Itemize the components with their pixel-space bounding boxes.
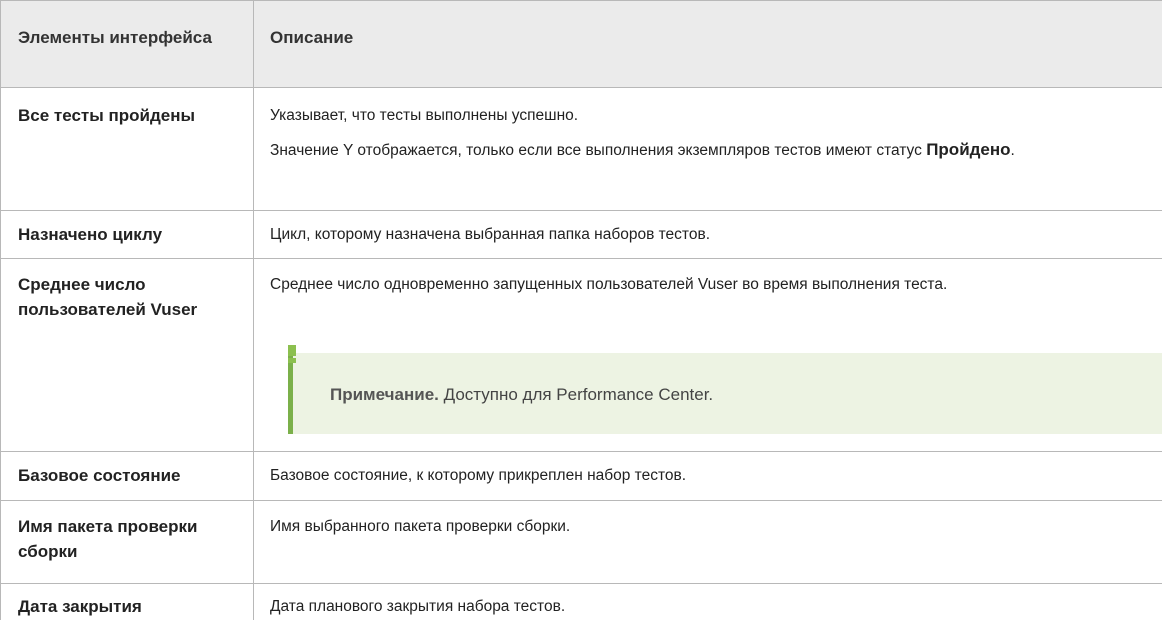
table-border-top (0, 0, 1162, 1)
note-exclamation-icon (288, 345, 296, 363)
status-passed-label: Пройдено (926, 140, 1011, 159)
description-text: Указывает, что тесты выполнены успешно. (270, 107, 579, 124)
row-divider (0, 258, 1162, 259)
term-close-date: Дата закрытия (18, 597, 142, 616)
note-body: Доступно для Performance Center. (443, 385, 714, 404)
note-label: Примечание. (330, 385, 439, 404)
interface-elements-table: Элементы интерфейса Описание Все тесты п… (0, 0, 1162, 620)
row-divider (0, 451, 1162, 452)
term-build-verification-suite: Имя пакета проверки сборки (18, 517, 198, 561)
description-text: Имя выбранного пакета проверки сборки. (270, 518, 571, 535)
term-baseline: Базовое состояние (18, 466, 181, 485)
table-border-left (0, 0, 1, 620)
term-assigned-to-cycle: Назначено циклу (18, 225, 163, 244)
column-divider (253, 0, 254, 620)
header-interface-elements: Элементы интерфейса (18, 28, 212, 47)
description-text: Значение Y отображается, только если все… (270, 140, 1015, 159)
description-text: Среднее число одновременно запущенных по… (270, 276, 948, 293)
header-description: Описание (270, 28, 354, 47)
row-divider (0, 500, 1162, 501)
row-divider (0, 87, 1162, 88)
term-average-vusers: Среднее число пользователей Vuser (18, 275, 198, 319)
row-divider (0, 210, 1162, 211)
description-text: Дата планового закрытия набора тестов. (270, 598, 566, 615)
term-all-tests-passed: Все тесты пройдены (18, 106, 196, 125)
note-text: Примечание. Доступно для Performance Cen… (330, 383, 713, 407)
description-text: Базовое состояние, к которому прикреплен… (270, 467, 687, 484)
description-text: Цикл, которому назначена выбранная папка… (270, 226, 711, 243)
description-cell: Указывает, что тесты выполнены успешно. … (270, 104, 1150, 163)
row-divider (0, 583, 1162, 584)
